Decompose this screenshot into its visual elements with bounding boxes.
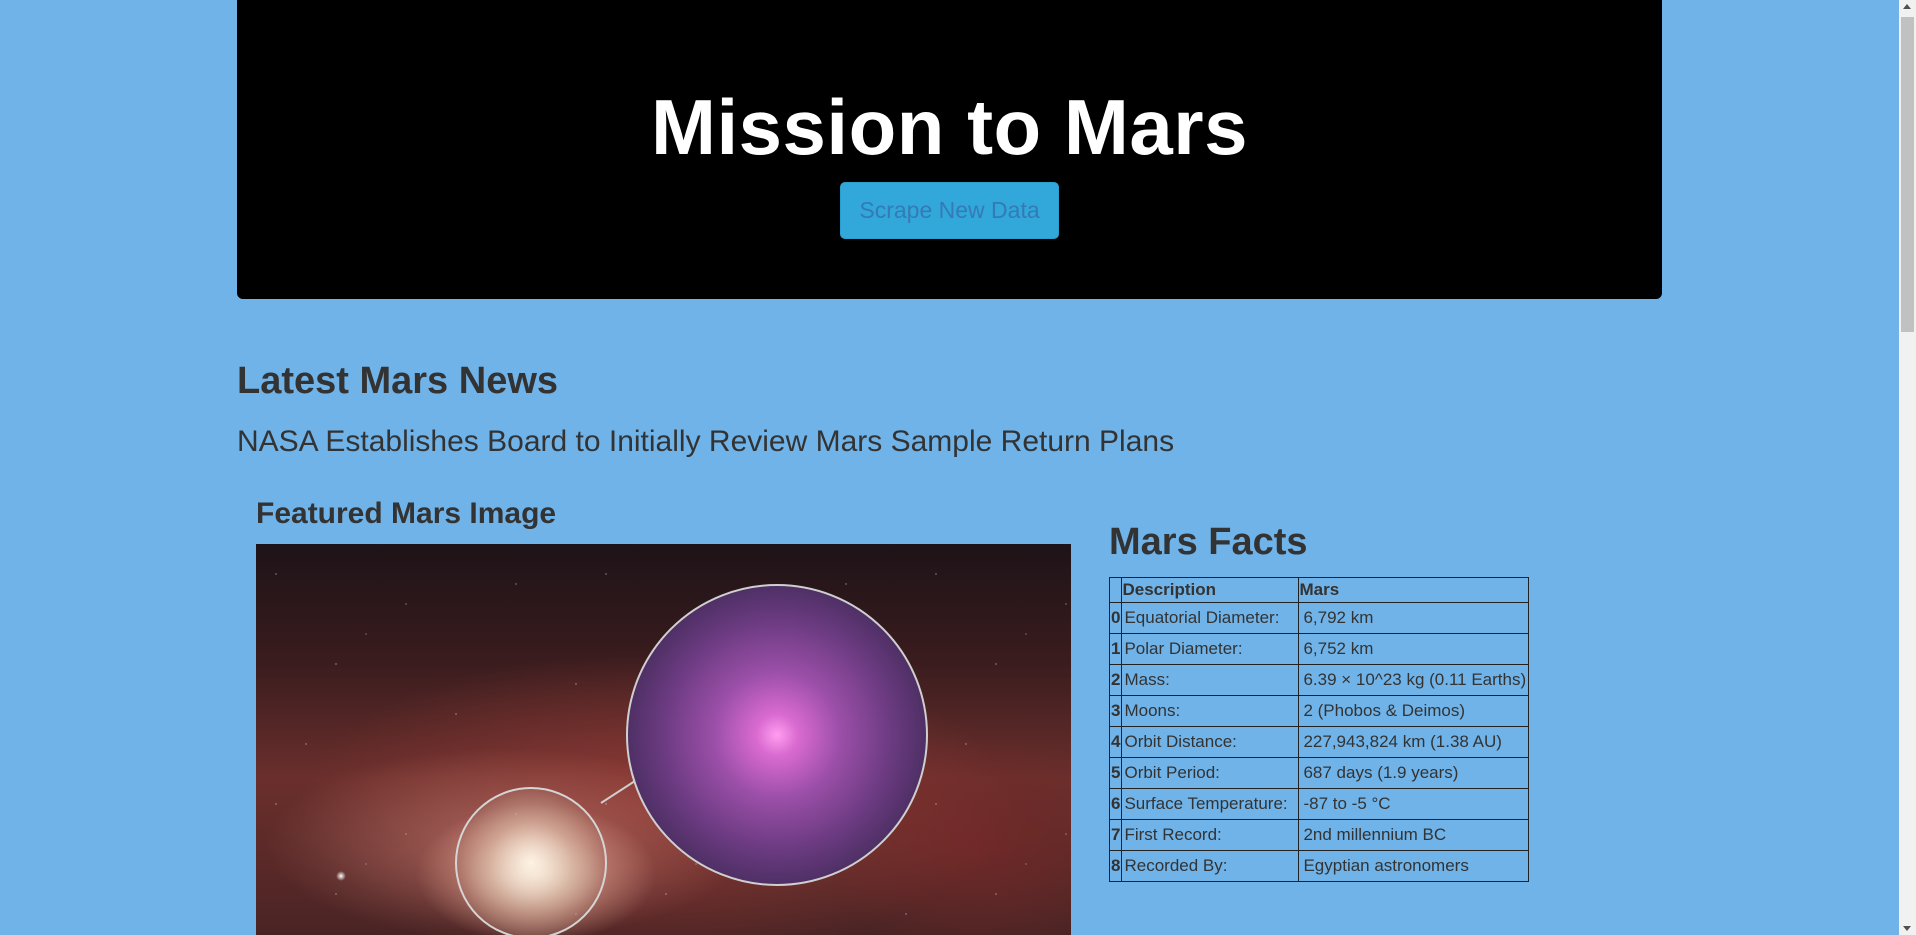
news-title: NASA Establishes Board to Initially Revi… <box>237 425 1175 458</box>
table-row: 6 Surface Temperature: -87 to -5 °C <box>1108 788 1530 820</box>
table-row: 7 First Record: 2nd millennium BC <box>1108 819 1530 851</box>
row-description: Orbit Distance: <box>1121 726 1300 758</box>
column-header-index <box>1108 577 1123 603</box>
news-heading: Latest Mars News <box>237 360 559 402</box>
row-value: Egyptian astronomers <box>1298 850 1530 882</box>
row-value: 6.39 × 10^23 kg (0.11 Earths) <box>1298 664 1530 696</box>
table-row: 5 Orbit Period: 687 days (1.9 years) <box>1108 757 1530 789</box>
row-index: 1 <box>1108 633 1123 665</box>
table-row: 0 Equatorial Diameter: 6,792 km <box>1108 602 1530 634</box>
scrollbar-thumb[interactable] <box>1901 17 1914 332</box>
page-container: Mission to Mars Scrape New Data Latest M… <box>237 0 1662 935</box>
row-description: Surface Temperature: <box>1121 788 1300 820</box>
table-row: 3 Moons: 2 (Phobos & Deimos) <box>1108 695 1530 727</box>
row-value: 6,752 km <box>1298 633 1530 665</box>
table-row: 4 Orbit Distance: 227,943,824 km (1.38 A… <box>1108 726 1530 758</box>
row-index: 8 <box>1108 850 1123 882</box>
row-index: 2 <box>1108 664 1123 696</box>
row-index: 5 <box>1108 757 1123 789</box>
page-title: Mission to Mars <box>651 83 1248 171</box>
row-description: Polar Diameter: <box>1121 633 1300 665</box>
featured-mars-image <box>256 544 1071 935</box>
row-description: Mass: <box>1121 664 1300 696</box>
column-header-mars: Mars <box>1298 577 1530 603</box>
row-index: 7 <box>1108 819 1123 851</box>
row-value: 6,792 km <box>1298 602 1530 634</box>
table-row: 1 Polar Diameter: 6,752 km <box>1108 633 1530 665</box>
row-description: Orbit Period: <box>1121 757 1300 789</box>
row-description: Recorded By: <box>1121 850 1300 882</box>
row-description: Moons: <box>1121 695 1300 727</box>
scroll-down-arrow-icon[interactable] <box>1903 926 1911 931</box>
row-index: 3 <box>1108 695 1123 727</box>
row-index: 0 <box>1108 602 1123 634</box>
row-value: 2 (Phobos & Deimos) <box>1298 695 1530 727</box>
row-description: Equatorial Diameter: <box>1121 602 1300 634</box>
mars-facts-table: Description Mars 0 Equatorial Diameter: … <box>1108 577 1530 882</box>
row-description: First Record: <box>1121 819 1300 851</box>
facts-heading: Mars Facts <box>1109 521 1308 563</box>
vertical-scrollbar[interactable] <box>1899 0 1916 935</box>
row-value: 2nd millennium BC <box>1298 819 1530 851</box>
bright-star <box>336 871 346 881</box>
row-index: 4 <box>1108 726 1123 758</box>
row-index: 6 <box>1108 788 1123 820</box>
zoom-detail-circle <box>626 584 928 886</box>
column-header-description: Description <box>1121 577 1300 603</box>
row-value: 227,943,824 km (1.38 AU) <box>1298 726 1530 758</box>
zoom-source-circle <box>455 787 607 935</box>
row-value: -87 to -5 °C <box>1298 788 1530 820</box>
table-header-row: Description Mars <box>1108 577 1530 603</box>
featured-image-heading: Featured Mars Image <box>256 497 557 530</box>
scroll-up-arrow-icon[interactable] <box>1903 4 1911 9</box>
table-row: 2 Mass: 6.39 × 10^23 kg (0.11 Earths) <box>1108 664 1530 696</box>
table-row: 8 Recorded By: Egyptian astronomers <box>1108 850 1530 882</box>
row-value: 687 days (1.9 years) <box>1298 757 1530 789</box>
scrape-new-data-button[interactable]: Scrape New Data <box>840 182 1059 239</box>
header-jumbotron: Mission to Mars Scrape New Data <box>237 0 1662 299</box>
